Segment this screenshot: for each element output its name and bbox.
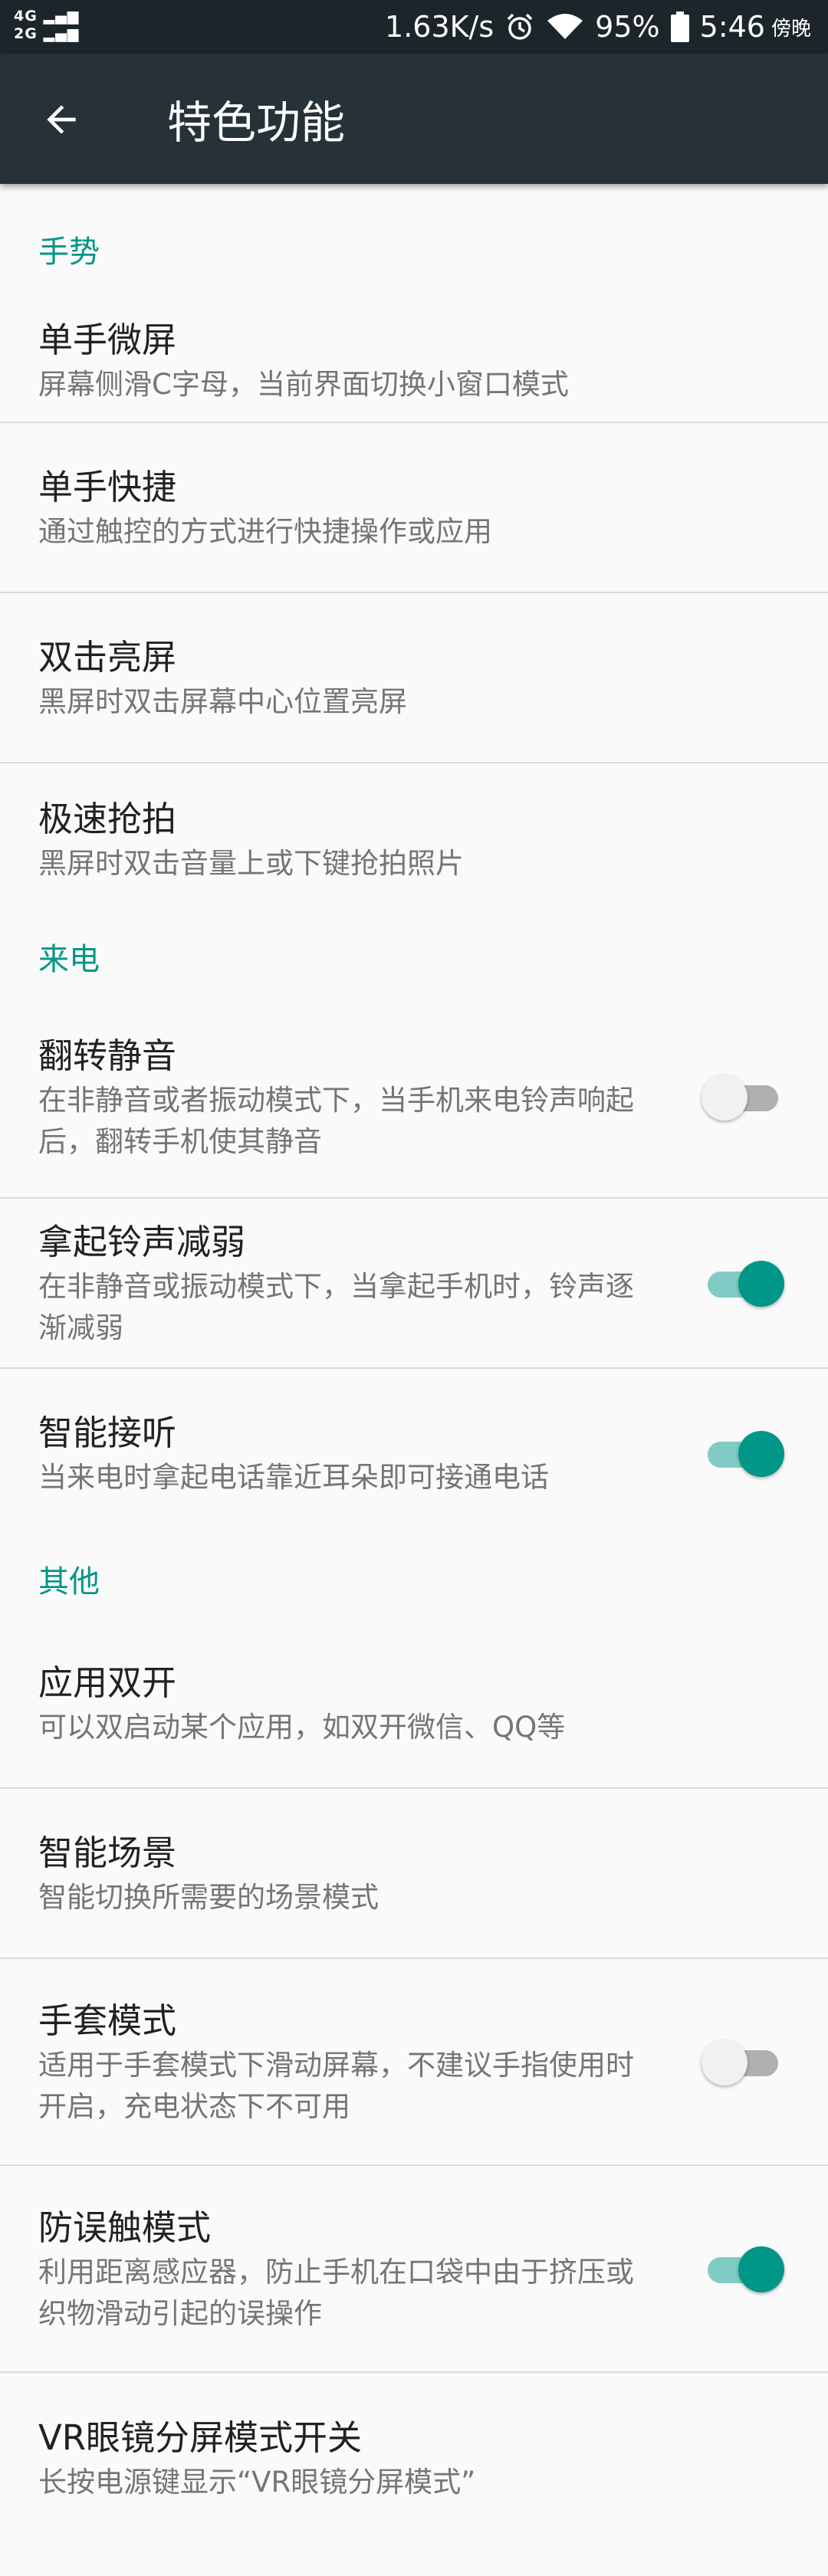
- list-item-dual-apps[interactable]: 应用双开 可以双启动某个应用，如双开微信、QQ等: [0, 1619, 828, 1789]
- battery-icon: [670, 11, 689, 42]
- list-item-smart-answer[interactable]: 智能接听 当来电时拿起电话靠近耳朵即可接通电话: [0, 1369, 828, 1539]
- toggle-thumb: [702, 1075, 748, 1121]
- item-subtitle: 长按电源键显示“VR眼镜分屏模式”: [38, 2466, 476, 2499]
- section-header-gesture: 手势: [38, 235, 100, 270]
- list-item-one-hand-miniscreen[interactable]: 单手微屏 屏幕侧滑C字母，当前界面切换小窗口模式: [0, 299, 828, 423]
- list-item-quick-snap[interactable]: 极速抢拍 黑屏时双击音量上或下键抢拍照片: [0, 763, 828, 917]
- item-subtitle: 屏幕侧滑C字母，当前界面切换小窗口模式: [38, 368, 569, 401]
- pickup-ring-quieter-toggle[interactable]: [702, 1259, 786, 1308]
- glove-mode-toggle[interactable]: [702, 2038, 786, 2087]
- battery-percent: 95%: [595, 10, 660, 44]
- list-item-glove-mode[interactable]: 手套模式 适用于手套模式下滑动屏幕，不建议手指使用时开启，充电状态下不可用: [0, 1959, 828, 2166]
- list-item-pickup-ring-quieter[interactable]: 拿起铃声减弱 在非静音或振动模式下，当拿起手机时，铃声逐渐减弱: [0, 1199, 828, 1369]
- item-title: 单手快捷: [38, 467, 177, 507]
- toggle-thumb: [738, 1431, 784, 1477]
- item-subtitle: 利用距离感应器，防止手机在口袋中由于挤压或织物滑动引起的误操作: [38, 2256, 634, 2330]
- item-title: 防误触模式: [38, 2207, 212, 2248]
- item-subtitle: 黑屏时双击音量上或下键抢拍照片: [38, 847, 464, 880]
- network-indicator: 4G ▂▄▆ 2G ▂▄▆: [14, 8, 79, 43]
- clock: 5:46: [699, 10, 765, 44]
- item-title: 极速抢拍: [38, 799, 177, 839]
- list-item-double-tap-wake[interactable]: 双击亮屏 黑屏时双击屏幕中心位置亮屏: [0, 593, 828, 763]
- alarm-icon: [504, 11, 535, 42]
- item-title: 拿起铃声减弱: [38, 1222, 246, 1262]
- item-title: 翻转静音: [38, 1035, 177, 1076]
- item-title: 智能接听: [38, 1413, 177, 1453]
- item-subtitle: 可以双启动某个应用，如双开微信、QQ等: [38, 1711, 566, 1744]
- list-item-vr-split-screen[interactable]: VR眼镜分屏模式开关 长按电源键显示“VR眼镜分屏模式”: [0, 2373, 828, 2545]
- item-subtitle: 当来电时拿起电话靠近耳朵即可接通电话: [38, 1461, 549, 1494]
- section-header-other: 其他: [38, 1564, 100, 1600]
- item-subtitle: 在非静音或振动模式下，当拿起手机时，铃声逐渐减弱: [38, 1270, 634, 1344]
- item-subtitle: 智能切换所需要的场景模式: [38, 1881, 379, 1914]
- wifi-icon: [546, 11, 584, 42]
- signal-icon-2: ▂▄▆: [43, 25, 80, 42]
- status-bar: 4G ▂▄▆ 2G ▂▄▆ 1.63K/s 95% 5:46 傍晚: [0, 0, 828, 54]
- list-item-one-hand-shortcut[interactable]: 单手快捷 通过触控的方式进行快捷操作或应用: [0, 423, 828, 593]
- item-title: 应用双开: [38, 1662, 177, 1703]
- app-bar: 特色功能: [0, 54, 828, 184]
- list-item-flip-to-mute[interactable]: 翻转静音 在非静音或者振动模式下，当手机来电铃声响起后，翻转手机使其静音: [0, 996, 828, 1199]
- item-subtitle: 通过触控的方式进行快捷操作或应用: [38, 515, 492, 548]
- signal-icon: ▂▄▆: [43, 8, 80, 25]
- back-button[interactable]: [31, 89, 92, 150]
- page-title: 特色功能: [167, 97, 346, 149]
- smart-answer-toggle[interactable]: [702, 1429, 786, 1478]
- section-header-call: 来电: [38, 942, 100, 977]
- toggle-thumb: [738, 1261, 784, 1307]
- anti-mistouch-toggle[interactable]: [702, 2245, 786, 2294]
- item-title: 单手微屏: [38, 320, 177, 360]
- network-type-bottom: 2G: [14, 25, 38, 42]
- item-title: 手套模式: [38, 2000, 177, 2041]
- network-speed: 1.63K/s: [385, 10, 495, 44]
- item-subtitle: 适用于手套模式下滑动屏幕，不建议手指使用时开启，充电状态下不可用: [38, 2049, 634, 2123]
- list-item-anti-mistouch[interactable]: 防误触模式 利用距离感应器，防止手机在口袋中由于挤压或织物滑动引起的误操作: [0, 2166, 828, 2373]
- item-title: 智能场景: [38, 1833, 177, 1873]
- item-subtitle: 在非静音或者振动模式下，当手机来电铃声响起后，翻转手机使其静音: [38, 1084, 634, 1158]
- settings-list: 手势 单手微屏 屏幕侧滑C字母，当前界面切换小窗口模式 单手快捷 通过触控的方式…: [0, 184, 828, 2545]
- item-title: 双击亮屏: [38, 637, 177, 678]
- item-subtitle: 黑屏时双击屏幕中心位置亮屏: [38, 685, 407, 718]
- item-title: VR眼镜分屏模式开关: [38, 2417, 363, 2458]
- arrow-left-icon: [47, 105, 76, 134]
- network-type-top: 4G: [14, 8, 38, 25]
- time-period: 傍晚: [770, 17, 811, 41]
- flip-to-mute-toggle[interactable]: [702, 1073, 786, 1122]
- list-item-smart-scene[interactable]: 智能场景 智能切换所需要的场景模式: [0, 1789, 828, 1959]
- toggle-thumb: [702, 2039, 748, 2085]
- toggle-thumb: [738, 2246, 784, 2292]
